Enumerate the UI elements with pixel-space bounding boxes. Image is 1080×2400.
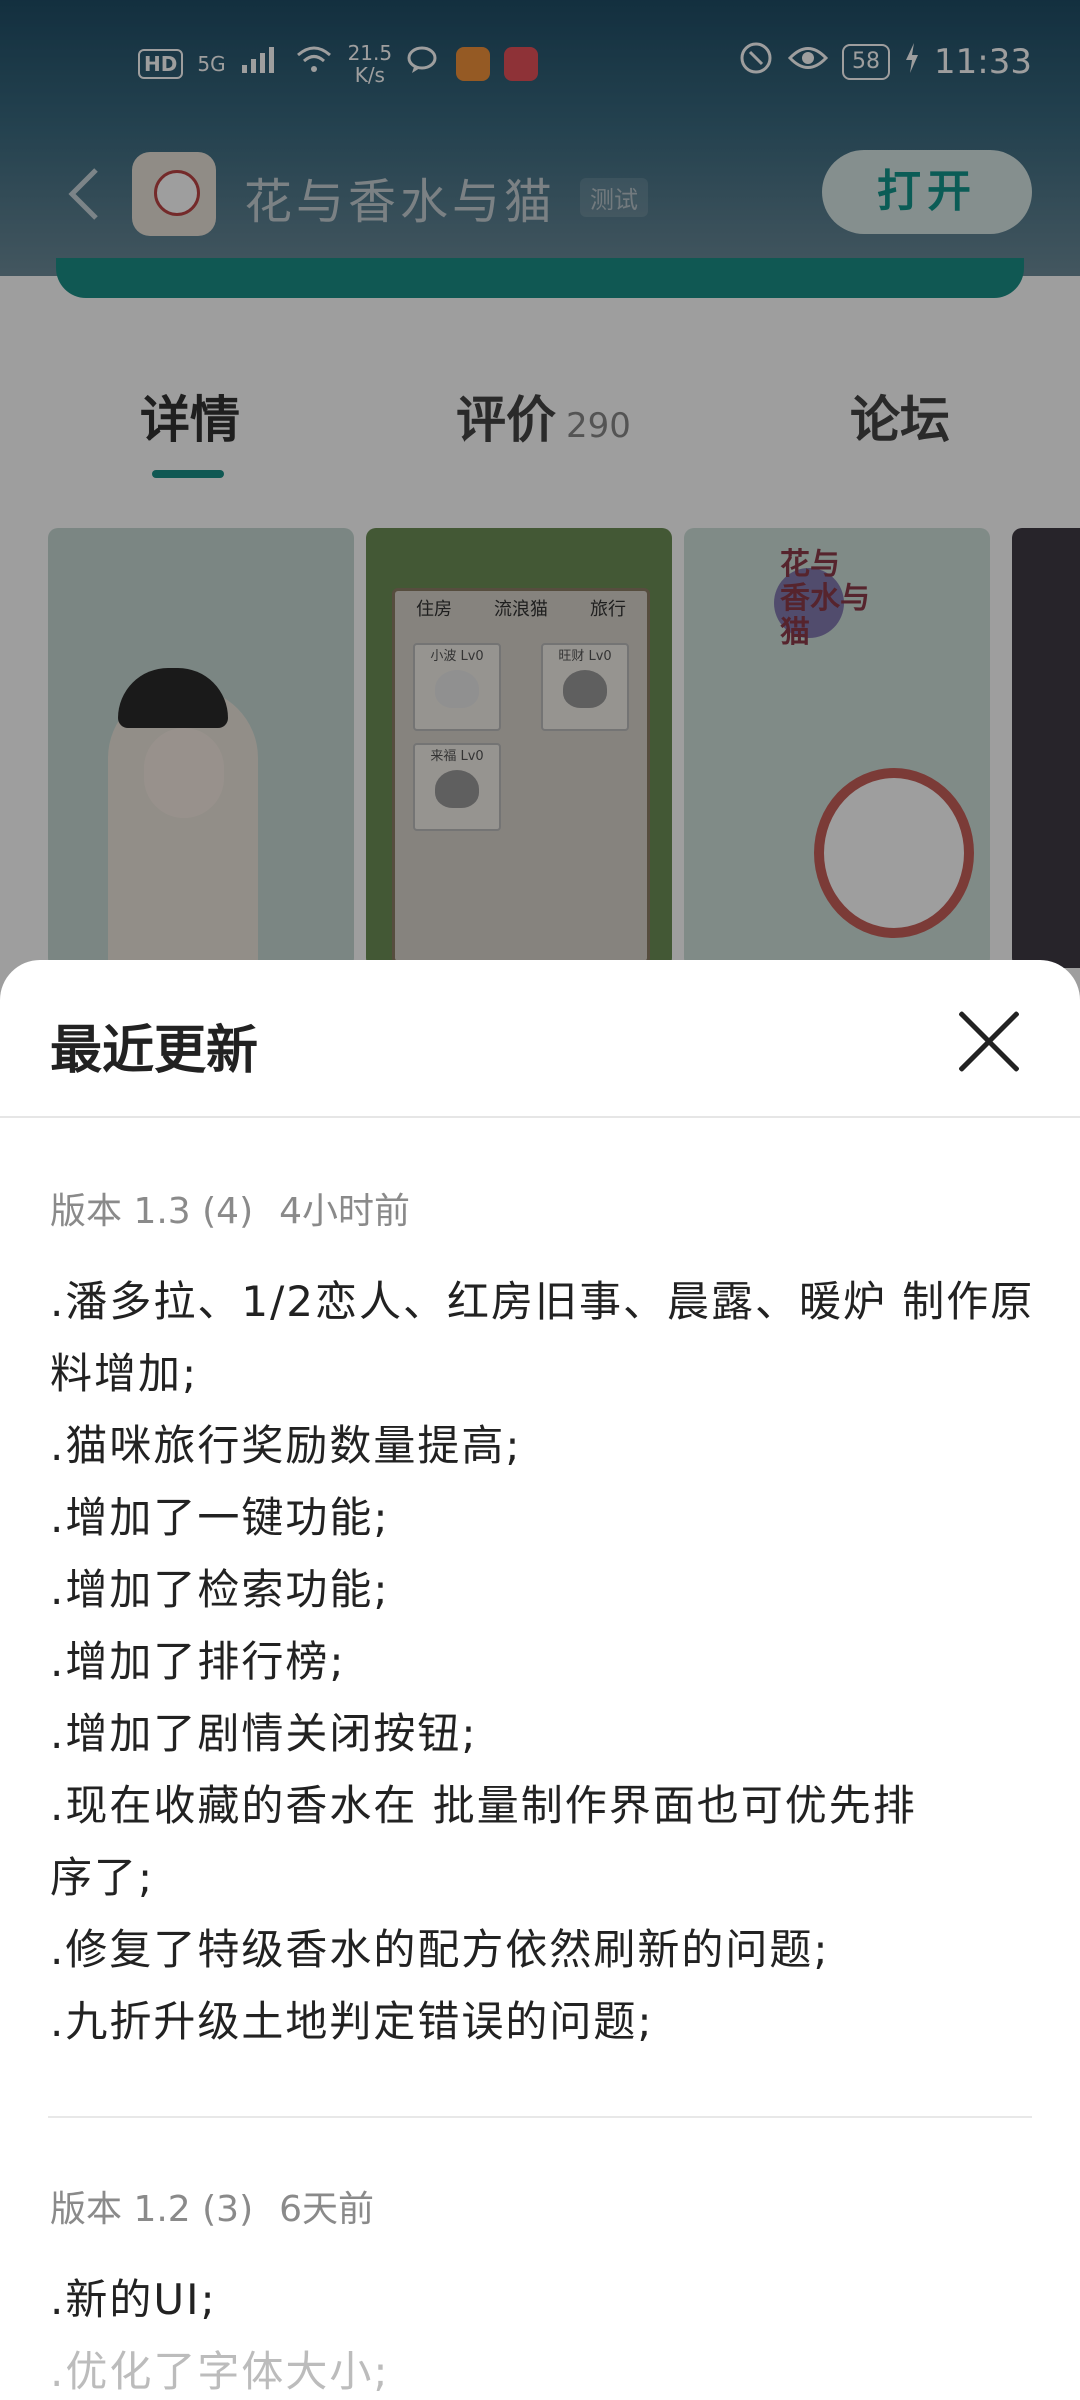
version-number: 版本 1.3 (4): [50, 1191, 254, 1232]
note-line: 料增加;: [50, 1349, 199, 1398]
note-line: .潘多拉、1/2恋人、红房旧事、晨露、暖炉 制作原: [50, 1277, 1035, 1326]
note-line: .增加了检索功能;: [50, 1565, 390, 1614]
version-time: 4小时前: [279, 1191, 411, 1232]
close-icon[interactable]: [954, 1006, 1024, 1076]
note-line: .优化了字体大小;: [50, 2347, 390, 2396]
version-entry: 版本 1.3 (4) 4小时前 .潘多拉、1/2恋人、红房旧事、晨露、暖炉 制作原…: [50, 1182, 1050, 2058]
note-line: .猫咪旅行奖励数量提高;: [50, 1421, 522, 1470]
note-line: .增加了剧情关闭按钮;: [50, 1709, 478, 1758]
version-entry: 版本 1.2 (3) 6天前 .新的UI; .优化了字体大小;: [50, 2180, 1050, 2400]
version-header: 版本 1.3 (4) 4小时前: [50, 1182, 1050, 1234]
version-number: 版本 1.2 (3): [50, 2189, 254, 2230]
note-line: .九折升级土地判定错误的问题;: [50, 1997, 654, 2046]
note-line: 序了;: [50, 1853, 155, 1902]
version-notes: .潘多拉、1/2恋人、红房旧事、晨露、暖炉 制作原 料增加; .猫咪旅行奖励数量…: [50, 1266, 1050, 2058]
note-line: .增加了排行榜;: [50, 1637, 346, 1686]
note-line: .增加了一键功能;: [50, 1493, 390, 1542]
sheet-title: 最近更新: [50, 1021, 259, 1081]
version-notes: .新的UI; .优化了字体大小;: [50, 2264, 1050, 2400]
version-header: 版本 1.2 (3) 6天前: [50, 2180, 1050, 2232]
note-line: .新的UI;: [50, 2275, 217, 2324]
note-line: .现在收藏的香水在 批量制作界面也可优先排: [50, 1781, 917, 1830]
sheet-header-divider: [0, 1116, 1080, 1118]
version-time: 6天前: [279, 2189, 375, 2230]
note-line: .修复了特级香水的配方依然刷新的问题;: [50, 1925, 830, 1974]
recent-updates-sheet: 最近更新 版本 1.3 (4) 4小时前 .潘多拉、1/2恋人、红房旧事、晨露、暖…: [0, 960, 1080, 2400]
version-divider: [48, 2116, 1032, 2118]
